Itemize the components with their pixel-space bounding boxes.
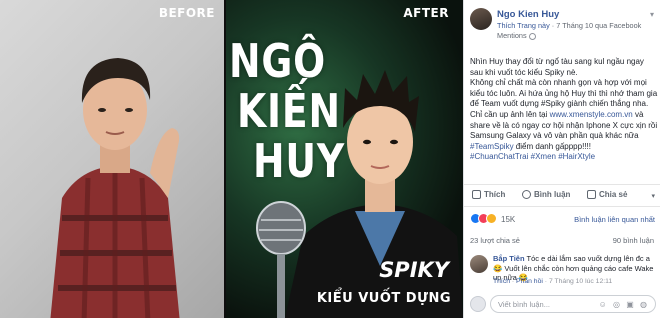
post-paragraph: Không chỉ chất mà còn nhanh gọn và hợp v… bbox=[470, 78, 658, 109]
comment-meta: Thích · Phản hồi · 7 Tháng 10 lúc 12:11 bbox=[493, 278, 613, 285]
commenter-name[interactable]: Bắp Tiên bbox=[493, 254, 525, 263]
post-meta: Thích Trang này · 7 Tháng 10 qua Faceboo… bbox=[497, 21, 642, 40]
spiky-subtitle: KIỂU VUỐT DỰNG bbox=[316, 291, 451, 306]
share-icon bbox=[587, 190, 596, 199]
comment-time[interactable]: 7 Tháng 10 lúc 12:11 bbox=[549, 278, 612, 285]
spiky-title: SPIKY bbox=[379, 258, 449, 282]
like-button[interactable]: Thích bbox=[472, 190, 505, 199]
comment-icon bbox=[522, 190, 531, 199]
author-avatar[interactable] bbox=[470, 8, 492, 30]
before-panel: BEFORE bbox=[0, 0, 225, 318]
comments-count[interactable]: 90 bình luận bbox=[613, 236, 654, 245]
action-bar: Thích Bình luận Chia sẻ ▾ bbox=[464, 184, 660, 207]
microphone-illustration bbox=[256, 201, 306, 318]
my-avatar bbox=[470, 296, 486, 312]
thumbs-up-icon bbox=[472, 190, 481, 199]
comment-input-icons[interactable]: ☺ ◎ ▣ ◍ bbox=[599, 300, 649, 309]
after-label: AFTER bbox=[403, 6, 449, 20]
before-person-illustration bbox=[50, 58, 180, 318]
before-label: BEFORE bbox=[158, 6, 215, 20]
comment-like-link[interactable]: Thích bbox=[493, 278, 510, 285]
post-photo[interactable]: BEFORE AFTER NGÔ KIẾN HUY SPIKY KIỂU VUỐ… bbox=[0, 0, 463, 318]
commenter-avatar[interactable] bbox=[470, 255, 488, 273]
reactions-count[interactable]: 15K bbox=[501, 215, 515, 224]
like-page-link[interactable]: Thích Trang này bbox=[497, 21, 550, 30]
website-link[interactable]: www.xmenstyle.com.vn bbox=[550, 110, 633, 119]
author-name[interactable]: Ngo Kien Huy bbox=[497, 9, 559, 20]
shares-count[interactable]: 23 lượt chia sẻ bbox=[470, 236, 520, 245]
post-options-icon[interactable]: ▾ bbox=[650, 10, 654, 19]
photo-divider bbox=[224, 0, 226, 318]
post-panel: Ngo Kien Huy ▾ Thích Trang này · 7 Tháng… bbox=[463, 0, 660, 318]
after-panel: AFTER NGÔ KIẾN HUY SPIKY KIỂU VUỐT DỰNG bbox=[225, 0, 463, 318]
post-source: Mentions bbox=[497, 31, 527, 40]
post-paragraph: Chỉ cần up ảnh lên tại www.xmenstyle.com… bbox=[470, 109, 658, 151]
post-time[interactable]: 7 Tháng 10 qua Facebook bbox=[556, 21, 641, 30]
title-line-1: NGÔ bbox=[229, 34, 327, 88]
share-button[interactable]: Chia sẻ bbox=[587, 190, 627, 199]
title-line-2: KIẾN bbox=[237, 84, 341, 138]
comment-sort-dropdown[interactable]: Bình luận liên quan nhất bbox=[574, 215, 655, 224]
chevron-down-icon[interactable]: ▾ bbox=[651, 192, 655, 200]
comment-reply-link[interactable]: Phản hồi bbox=[516, 278, 543, 285]
globe-icon bbox=[528, 32, 536, 40]
haha-reaction-icon bbox=[486, 213, 497, 224]
write-comment-input[interactable]: Viết bình luận... ☺ ◎ ▣ ◍ bbox=[490, 295, 656, 313]
post-text: Nhìn Huy thay đổi từ ngổ tàu sang kul ng… bbox=[470, 57, 658, 163]
post-paragraph: Nhìn Huy thay đổi từ ngổ tàu sang kul ng… bbox=[470, 57, 644, 77]
hashtags[interactable]: #ChuanChatTrai #Xmen #HairXtyle bbox=[470, 152, 658, 163]
title-line-3: HUY bbox=[253, 134, 345, 188]
reactions-row: 15K Bình luận liên quan nhất bbox=[464, 210, 660, 228]
comment-button[interactable]: Bình luận bbox=[522, 190, 570, 199]
hashtag-teamspiky[interactable]: #TeamSpiky bbox=[470, 142, 514, 151]
